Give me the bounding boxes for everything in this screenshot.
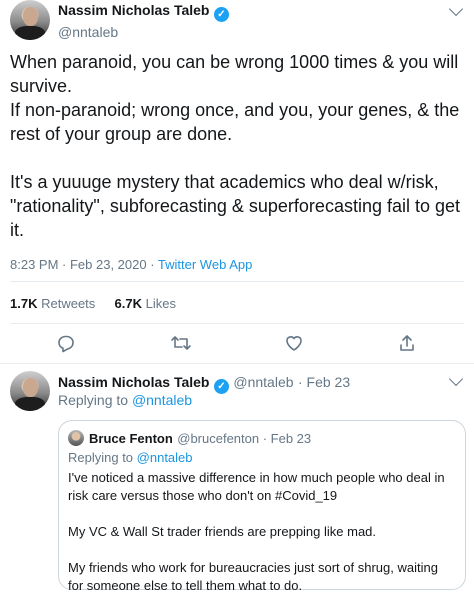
engagement-counts: 1.7K Retweets 6.7K Likes <box>10 296 176 311</box>
reply-icon[interactable] <box>56 333 76 353</box>
author-avatar[interactable] <box>10 0 50 40</box>
divider <box>10 281 464 282</box>
replying-to: Replying to @nntaleb <box>58 392 193 408</box>
tweet-timestamp: 8:23 PM · Feb 23, 2020 · Twitter Web App <box>10 257 252 272</box>
chevron-down-icon[interactable] <box>448 1 464 17</box>
author-handle[interactable]: @nntaleb <box>58 24 418 40</box>
quoted-header: Bruce Fenton @brucefenton · Feb 23 <box>89 430 311 448</box>
section-separator <box>0 363 474 364</box>
replying-to-link[interactable]: @nntaleb <box>132 392 192 408</box>
divider <box>10 323 464 324</box>
quoted-author-name: Bruce Fenton <box>89 431 173 446</box>
share-icon[interactable] <box>397 333 417 353</box>
likes-stat[interactable]: 6.7K Likes <box>115 296 176 311</box>
quoted-tweet-card[interactable]: Bruce Fenton @brucefenton · Feb 23 Reply… <box>58 420 466 593</box>
quoted-author-handle: @brucefenton · Feb 23 <box>177 431 312 446</box>
chevron-down-icon[interactable] <box>448 371 464 387</box>
reply-author-handle[interactable]: @nntaleb <box>233 374 293 390</box>
reply-header: Nassim Nicholas Taleb ✓ @nntaleb · Feb 2… <box>58 374 438 394</box>
reply-author-name[interactable]: Nassim Nicholas Taleb <box>58 374 209 390</box>
retweets-stat[interactable]: 1.7K Retweets <box>10 296 95 311</box>
heart-icon[interactable] <box>284 333 304 353</box>
verified-badge-icon: ✓ <box>213 7 229 22</box>
timestamp-text[interactable]: 8:23 PM · Feb 23, 2020 · <box>10 257 158 272</box>
author-name[interactable]: Nassim Nicholas Taleb <box>58 2 209 18</box>
verified-badge-icon: ✓ <box>213 379 229 394</box>
retweet-icon[interactable] <box>170 333 192 353</box>
quoted-replying-to: Replying to @nntaleb <box>68 450 193 465</box>
reply-author-avatar[interactable] <box>10 371 50 411</box>
quoted-tweet-text: I've noticed a massive difference in how… <box>68 470 445 593</box>
quoted-replying-to-link: @nntaleb <box>136 450 193 465</box>
author-header: Nassim Nicholas Taleb ✓ @nntaleb <box>58 2 418 40</box>
source-link[interactable]: Twitter Web App <box>158 257 252 272</box>
reply-date[interactable]: · Feb 23 <box>298 374 350 390</box>
tweet-text: When paranoid, you can be wrong 1000 tim… <box>10 52 461 240</box>
quoted-avatar <box>68 430 84 446</box>
